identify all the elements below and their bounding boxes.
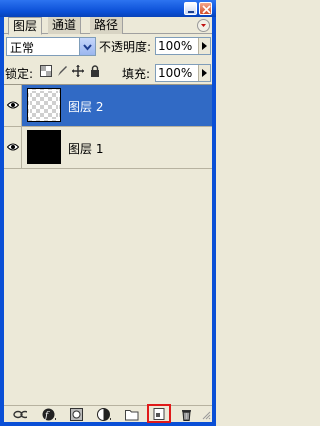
visibility-toggle[interactable] (4, 127, 22, 168)
blend-mode-select[interactable]: 正常 (6, 37, 96, 56)
panel-tabs: 图层 通道 路径 (4, 17, 212, 35)
minimize-button[interactable] (184, 2, 197, 15)
lock-transparent-pixels-icon[interactable] (40, 65, 52, 77)
panel-menu-icon (201, 24, 206, 27)
tab-layers-label: 图层 (13, 19, 38, 33)
layers-toolbar: f (4, 405, 212, 422)
lock-image-pixels-icon[interactable] (56, 65, 68, 77)
layer-row[interactable]: 图层 1 (4, 127, 212, 169)
resize-grip-icon[interactable] (201, 410, 211, 420)
visibility-toggle[interactable] (4, 85, 22, 126)
fill-label: 填充: (122, 67, 151, 81)
layer-row[interactable]: 图层 2 (4, 85, 212, 127)
layers-list: 图层 2 图层 1 (4, 84, 212, 404)
tab-channels[interactable]: 通道 (48, 17, 82, 34)
opacity-field[interactable]: 100% (155, 37, 211, 55)
layer-name[interactable]: 图层 2 (68, 98, 103, 115)
tab-paths-label: 路径 (94, 18, 119, 32)
fill-arrow-icon[interactable] (198, 65, 210, 81)
eye-icon (7, 101, 19, 109)
layer-thumbnail (27, 130, 61, 164)
fill-value: 100% (158, 66, 193, 80)
opacity-value: 100% (158, 39, 193, 53)
title-bar[interactable] (0, 0, 216, 17)
layer-mask-icon[interactable] (70, 408, 84, 421)
lock-position-icon[interactable] (72, 65, 84, 77)
opacity-arrow-icon[interactable] (198, 38, 210, 54)
eye-icon (7, 143, 19, 151)
tab-channels-label: 通道 (52, 18, 77, 32)
trash-icon[interactable] (180, 408, 194, 421)
adjustment-layer-icon[interactable] (97, 408, 111, 421)
close-button[interactable] (199, 2, 212, 15)
layer-name[interactable]: 图层 1 (68, 140, 103, 157)
blend-mode-value: 正常 (10, 41, 35, 55)
new-group-icon[interactable] (125, 408, 139, 421)
new-layer-highlight (147, 404, 171, 423)
chevron-down-icon (79, 38, 95, 55)
opacity-label: 不透明度: (99, 40, 152, 54)
layer-thumbnail (27, 88, 61, 122)
layer-style-icon[interactable]: f (42, 408, 56, 421)
tab-paths[interactable]: 路径 (90, 17, 124, 34)
panel-menu-button[interactable] (197, 19, 210, 32)
lock-all-icon[interactable] (89, 65, 101, 77)
link-icon[interactable] (13, 408, 27, 421)
minimize-icon (188, 11, 194, 13)
fill-field[interactable]: 100% (155, 64, 211, 82)
close-icon (202, 5, 211, 14)
lock-label: 锁定: (5, 67, 34, 81)
tab-layers[interactable]: 图层 (8, 17, 43, 35)
